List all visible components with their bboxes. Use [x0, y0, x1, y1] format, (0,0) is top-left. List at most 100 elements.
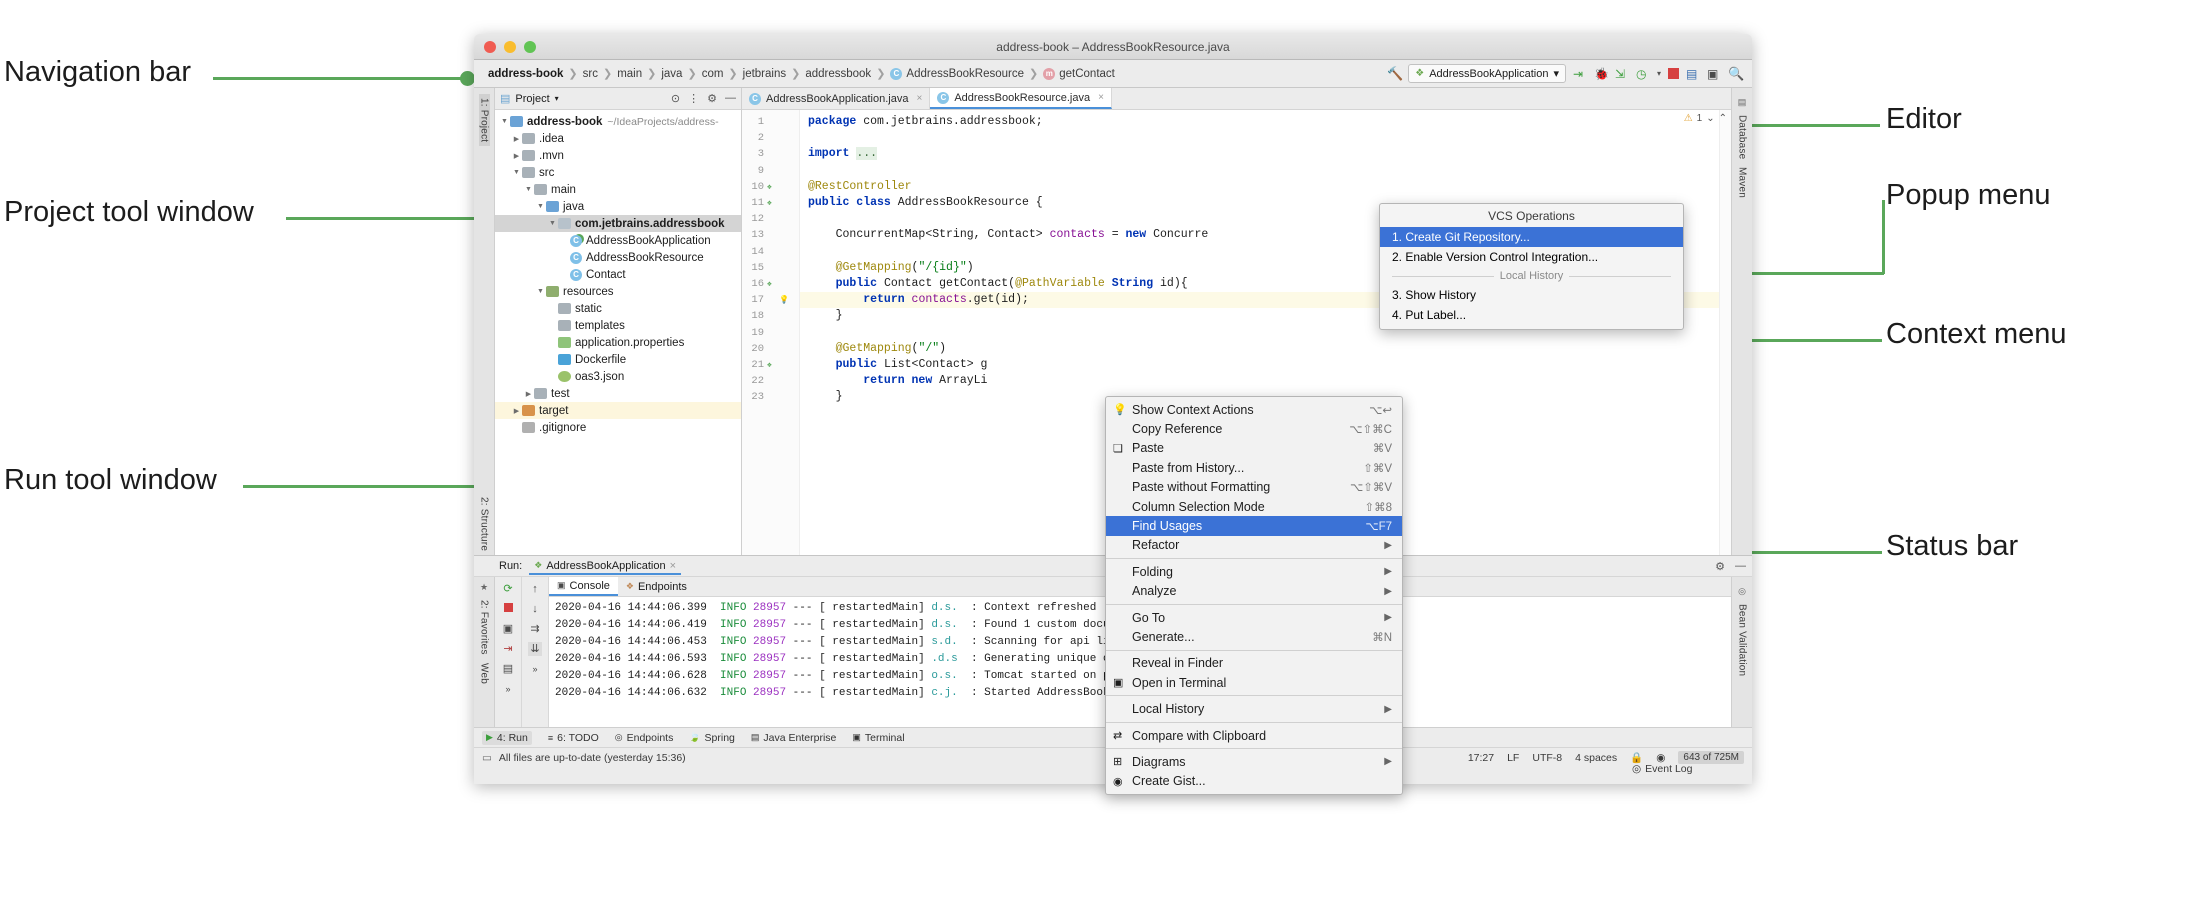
- project-tree-item[interactable]: ▼ address-book ~/IdeaProjects/address-: [495, 113, 741, 130]
- context-menu-item[interactable]: Paste without Formatting ⌥⇧⌘V: [1106, 478, 1402, 497]
- project-tree[interactable]: ▼ address-book ~/IdeaProjects/address- ▶ .id…: [495, 110, 741, 436]
- stop-icon[interactable]: [501, 602, 515, 616]
- more-actions-icon[interactable]: »: [501, 682, 515, 696]
- editor-context-menu[interactable]: 💡 Show Context Actions ⌥↩ Copy Reference ⌥⇧⌘…: [1105, 396, 1403, 796]
- chevron-down-icon[interactable]: ▼: [523, 186, 534, 193]
- console-tab[interactable]: ▣ Console: [549, 577, 618, 596]
- chevron-right-icon[interactable]: ▶: [523, 390, 534, 398]
- gutter-line[interactable]: 18: [742, 308, 799, 324]
- gutter-line[interactable]: 19: [742, 324, 799, 340]
- console-actions-toolbar[interactable]: ↑ ↓ ⇉ ⇊ »: [522, 577, 549, 727]
- stripe-button-maven[interactable]: Maven: [1737, 163, 1748, 202]
- project-tree-item[interactable]: ▼ java: [495, 198, 741, 215]
- editor-inspection-strip[interactable]: [1719, 110, 1731, 555]
- right-tool-window-stripe[interactable]: ▤ Database Maven: [1731, 88, 1752, 555]
- gutter-line[interactable]: 12: [742, 211, 799, 227]
- profiler-chevron-down-icon[interactable]: ▾: [1657, 69, 1661, 78]
- gutter-line[interactable]: 21 ❖: [742, 357, 799, 373]
- close-icon[interactable]: ×: [670, 560, 676, 572]
- scroll-to-end-icon[interactable]: ⇊: [528, 642, 542, 656]
- project-tree-item[interactable]: ▼ src: [495, 164, 741, 181]
- gutter-line[interactable]: 11 ❖: [742, 195, 799, 211]
- project-tree-item[interactable]: ▶ .mvn: [495, 147, 741, 164]
- code-line[interactable]: @GetMapping("/"): [800, 341, 1731, 357]
- context-menu-item[interactable]: Folding ▶: [1106, 562, 1402, 581]
- tool-window-button[interactable]: ≡ 6: TODO: [548, 732, 599, 744]
- gutter-line[interactable]: 20: [742, 341, 799, 357]
- context-menu-item[interactable]: 💡 Show Context Actions ⌥↩: [1106, 400, 1402, 419]
- chevron-down-icon[interactable]: ▾: [1553, 67, 1559, 80]
- breadcrumb-item-method[interactable]: m getContact: [1039, 67, 1119, 81]
- prev-problem-icon[interactable]: ⌃: [1719, 113, 1727, 124]
- context-menu-item[interactable]: Refactor ▶: [1106, 536, 1402, 555]
- run-configuration-selector[interactable]: ❖ AddressBookApplication ▾: [1408, 64, 1566, 83]
- context-menu-item[interactable]: ⊞ Diagrams ▶: [1106, 752, 1402, 771]
- project-view-chevron-down-icon[interactable]: ▾: [555, 94, 559, 103]
- dump-threads-icon[interactable]: ⇥: [501, 642, 515, 656]
- spring-bean-gutter-icon[interactable]: ❖: [767, 198, 772, 208]
- stripe-button-project[interactable]: 1: Project: [478, 94, 490, 147]
- stripe-button-database[interactable]: Database: [1737, 111, 1748, 163]
- restart-icon[interactable]: ▤: [501, 662, 515, 676]
- rerun-icon[interactable]: ⟳: [501, 582, 515, 596]
- run-left-stripe[interactable]: ★ 2: Favorites Web: [474, 577, 495, 727]
- gutter-line[interactable]: 10 ❖: [742, 179, 799, 195]
- line-separator[interactable]: LF: [1507, 752, 1519, 764]
- project-tree-item[interactable]: ▼ resources: [495, 283, 741, 300]
- collapse-scope-icon[interactable]: ⊙: [671, 92, 680, 105]
- code-line[interactable]: @RestController: [800, 179, 1731, 195]
- chevron-down-icon[interactable]: ▼: [535, 288, 546, 295]
- gutter-line[interactable]: 22: [742, 373, 799, 389]
- spring-bean-gutter-icon[interactable]: ❖: [767, 279, 772, 289]
- code-line[interactable]: [800, 130, 1731, 146]
- indent-setting[interactable]: 4 spaces: [1575, 752, 1617, 764]
- scroll-up-icon[interactable]: ↑: [528, 582, 542, 596]
- stripe-button-bean-validation[interactable]: Bean Validation: [1737, 600, 1748, 680]
- gutter-line[interactable]: 23: [742, 389, 799, 405]
- code-line[interactable]: return new ArrayLi: [800, 373, 1731, 389]
- project-tree-item[interactable]: ▼ com.jetbrains.addressbook: [495, 215, 741, 232]
- close-icon[interactable]: ×: [916, 93, 922, 104]
- close-icon[interactable]: ×: [1098, 92, 1104, 103]
- context-menu-item[interactable]: Copy Reference ⌥⇧⌘C: [1106, 419, 1402, 438]
- code-line[interactable]: public List<Contact> g: [800, 357, 1731, 373]
- editor-tab[interactable]: C AddressBookResource.java ×: [930, 88, 1112, 109]
- project-tree-item[interactable]: ▶ .idea: [495, 130, 741, 147]
- context-menu-item[interactable]: Local History ▶: [1106, 699, 1402, 718]
- gutter-line[interactable]: 13: [742, 227, 799, 243]
- run-icon[interactable]: ⇥: [1573, 67, 1587, 81]
- run-config-tab[interactable]: ❖ AddressBookApplication ×: [529, 558, 682, 575]
- debug-icon[interactable]: 🐞: [1594, 67, 1609, 81]
- favorites-star-icon[interactable]: ★: [480, 582, 488, 593]
- chevron-down-icon[interactable]: ▼: [499, 118, 510, 125]
- tool-window-button[interactable]: ▶ 4: Run: [482, 730, 532, 745]
- chevron-right-icon[interactable]: ▶: [511, 135, 522, 143]
- project-tree-item[interactable]: C AddressBookApplication: [495, 232, 741, 249]
- left-tool-window-stripe[interactable]: 1: Project 2: Structure: [474, 88, 495, 555]
- console-tab[interactable]: ❖ Endpoints: [618, 577, 695, 596]
- breadcrumb-item-project[interactable]: address-book: [484, 67, 567, 81]
- tool-window-button[interactable]: ▣ Terminal: [852, 732, 904, 744]
- chevron-down-icon[interactable]: ▼: [535, 203, 546, 210]
- intention-bulb-icon[interactable]: 💡: [779, 295, 789, 305]
- gutter-line[interactable]: 16 ❖: [742, 276, 799, 292]
- hide-tool-window-icon[interactable]: —: [1735, 560, 1746, 573]
- chevron-down-icon[interactable]: ▼: [511, 169, 522, 176]
- more-actions-icon[interactable]: »: [528, 662, 542, 676]
- run-right-stripe[interactable]: ◎ Bean Validation: [1731, 577, 1752, 727]
- breadcrumb-item-com[interactable]: com: [698, 67, 728, 81]
- spring-bean-gutter-icon[interactable]: ❖: [767, 360, 772, 370]
- project-tree-item[interactable]: C Contact: [495, 266, 741, 283]
- breadcrumb-item-main[interactable]: main: [613, 67, 646, 81]
- stop-icon[interactable]: [1668, 68, 1679, 79]
- scroll-down-icon[interactable]: ↓: [528, 602, 542, 616]
- context-menu-item[interactable]: ⇄ Compare with Clipboard: [1106, 726, 1402, 745]
- project-tree-item[interactable]: Dockerfile: [495, 351, 741, 368]
- run-actions-toolbar[interactable]: ⟳ ▣ ⇥ ▤ »: [495, 577, 522, 727]
- navigation-bar[interactable]: address-book ❯ src ❯ main ❯ java ❯ com ❯…: [474, 60, 1752, 88]
- inspection-profile-icon[interactable]: ◉: [1656, 752, 1665, 764]
- code-line[interactable]: [800, 163, 1731, 179]
- vcs-operations-popup[interactable]: VCS Operations 1. Create Git Repository.…: [1379, 203, 1684, 330]
- event-log-button[interactable]: ◎ Event Log: [1632, 763, 1692, 775]
- caret-position[interactable]: 17:27: [1468, 752, 1494, 764]
